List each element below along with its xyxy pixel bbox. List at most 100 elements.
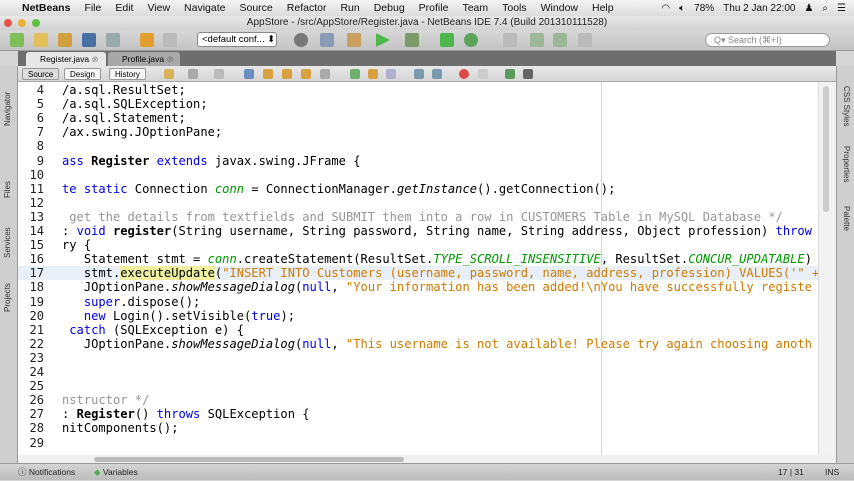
build-icon[interactable] <box>320 33 334 47</box>
menu-help[interactable]: Help <box>592 2 614 14</box>
run-icon[interactable] <box>376 33 390 47</box>
menu-window[interactable]: Window <box>541 2 578 14</box>
code-line[interactable]: 26 nstructor */ <box>18 393 818 407</box>
volume-icon[interactable]: 🔈︎ <box>679 3 685 14</box>
services-panel-tab[interactable]: Services <box>3 227 12 258</box>
variables-button[interactable]: ◆ Variables <box>94 464 138 481</box>
properties-panel-tab[interactable]: Properties <box>842 146 851 182</box>
spotlight-icon[interactable]: ⌕ <box>822 3 828 14</box>
close-tab-icon[interactable]: ⊗ <box>166 54 173 64</box>
horizontal-scrollbar[interactable] <box>18 455 836 463</box>
menu-profile[interactable]: Profile <box>419 2 449 14</box>
code-line[interactable]: 11 te static Connection conn = Connection… <box>18 182 818 196</box>
code-line[interactable]: 10 <box>18 168 818 182</box>
new-project-icon[interactable] <box>34 33 48 47</box>
code-line[interactable]: 7/ax.swing.JOptionPane; <box>18 125 818 139</box>
uncomment-icon[interactable] <box>523 69 533 79</box>
watch-icon[interactable] <box>106 33 120 47</box>
code-line[interactable]: 12 <box>18 196 818 210</box>
tab-register-java[interactable]: Register.java ⊗ <box>26 52 106 66</box>
files-panel-tab[interactable]: Files <box>3 181 12 198</box>
code-line[interactable]: 27: Register() throws SQLException { <box>18 407 818 421</box>
grid-icon[interactable] <box>503 33 517 47</box>
shift-right-icon[interactable] <box>432 69 442 79</box>
menu-tools[interactable]: Tools <box>502 2 527 14</box>
vertical-scroll-thumb[interactable] <box>823 86 829 212</box>
debug-icon[interactable] <box>405 33 419 47</box>
code-line[interactable]: 23 <box>18 351 818 365</box>
redo-icon[interactable] <box>163 33 177 47</box>
clean-build-icon[interactable] <box>347 33 361 47</box>
css-styles-panel-tab[interactable]: CSS Styles <box>842 86 851 126</box>
download-icon[interactable] <box>530 33 544 47</box>
code-line[interactable]: 17 stmt.executeUpdate("INSERT INTO Custo… <box>18 266 818 281</box>
minimize-window-button[interactable] <box>18 19 26 27</box>
menu-navigate[interactable]: Navigate <box>184 2 225 14</box>
code-line[interactable]: 29 <box>18 436 818 450</box>
menu-debug[interactable]: Debug <box>374 2 405 14</box>
horizontal-scroll-thumb[interactable] <box>94 457 404 462</box>
menu-view[interactable]: View <box>147 2 170 14</box>
zoom-window-button[interactable] <box>32 19 40 27</box>
stop-macro-icon[interactable] <box>478 69 488 79</box>
toggle-rect-select-icon[interactable] <box>320 69 330 79</box>
code-line[interactable]: 25 <box>18 379 818 393</box>
profile-icon[interactable] <box>464 33 478 47</box>
menu-edit[interactable]: Edit <box>115 2 133 14</box>
palette-panel-tab[interactable]: Palette <box>842 206 851 231</box>
menu-run[interactable]: Run <box>340 2 359 14</box>
shift-left-icon[interactable] <box>414 69 424 79</box>
tab-profile-java[interactable]: Profile.java ⊗ <box>108 52 180 66</box>
back-icon[interactable] <box>188 69 198 79</box>
navigator-panel-tab[interactable]: Navigator <box>3 92 12 126</box>
close-tab-icon[interactable]: ⊗ <box>92 54 99 64</box>
code-line[interactable]: 13 get the details from textfields and S… <box>18 210 818 224</box>
start-macro-icon[interactable] <box>459 69 469 79</box>
toggle-highlight-icon[interactable] <box>301 69 311 79</box>
code-line[interactable]: 28 nitComponents(); <box>18 421 818 435</box>
code-line[interactable]: 24 <box>18 365 818 379</box>
next-bookmark-icon[interactable] <box>368 69 378 79</box>
config-select[interactable]: <default conf... ⬍ <box>197 32 277 47</box>
code-line[interactable]: 16 Statement stmt = conn.createStatement… <box>18 252 818 266</box>
design-view-button[interactable]: Design <box>64 68 101 80</box>
list-icon[interactable]: ☰ <box>837 3 846 14</box>
menu-source[interactable]: Source <box>239 2 272 14</box>
code-line[interactable]: 4/a.sql.ResultSet; <box>18 83 818 97</box>
menu-refactor[interactable]: Refactor <box>287 2 327 14</box>
comment-icon[interactable] <box>505 69 515 79</box>
code-line[interactable]: 15 ry { <box>18 238 818 252</box>
menu-file[interactable]: File <box>84 2 101 14</box>
search-input[interactable]: Q▾ Search (⌘+I) <box>705 33 830 47</box>
find-previous-icon[interactable] <box>263 69 273 79</box>
close-window-button[interactable] <box>4 19 12 27</box>
code-line[interactable]: 6/a.sql.Statement; <box>18 111 818 125</box>
open-project-icon[interactable] <box>58 33 72 47</box>
menu-app-netbeans[interactable]: NetBeans <box>22 2 70 14</box>
code-line[interactable]: 5/a.sql.SQLException; <box>18 97 818 111</box>
code-line[interactable]: 20 new Login().setVisible(true); <box>18 309 818 323</box>
code-line[interactable]: 18 JOptionPane.showMessageDialog(null, "… <box>18 280 818 294</box>
code-line[interactable]: 21 catch (SQLException e) { <box>18 323 818 337</box>
find-icon[interactable] <box>244 69 254 79</box>
prev-bookmark-icon[interactable] <box>350 69 360 79</box>
upload-icon[interactable] <box>553 33 567 47</box>
forward-icon[interactable] <box>214 69 224 79</box>
code-line[interactable]: 22 JOptionPane.showMessageDialog(null, "… <box>18 337 818 351</box>
vertical-scrollbar[interactable] <box>818 82 836 455</box>
build-target-icon[interactable] <box>294 33 308 47</box>
new-file-icon[interactable] <box>10 33 24 47</box>
code-line[interactable]: 9 ass Register extends javax.swing.JFrame… <box>18 154 818 168</box>
step-back-icon[interactable] <box>440 33 454 47</box>
user-icon[interactable]: ♟ <box>804 3 813 14</box>
projects-panel-tab[interactable]: Projects <box>3 283 12 312</box>
code-line[interactable]: 14: void register(String username, Strin… <box>18 224 818 238</box>
find-next-icon[interactable] <box>282 69 292 79</box>
last-edit-icon[interactable] <box>164 69 174 79</box>
notifications-button[interactable]: ⓘ Notifications <box>18 464 75 481</box>
clock[interactable]: Thu 2 Jan 22:00 <box>723 3 795 14</box>
code-line[interactable]: 8 <box>18 139 818 153</box>
history-view-button[interactable]: History <box>109 68 146 80</box>
source-view-button[interactable]: Source <box>22 68 60 80</box>
code-editor[interactable]: 4/a.sql.ResultSet; 5/a.sql.SQLException; 6… <box>18 82 818 455</box>
